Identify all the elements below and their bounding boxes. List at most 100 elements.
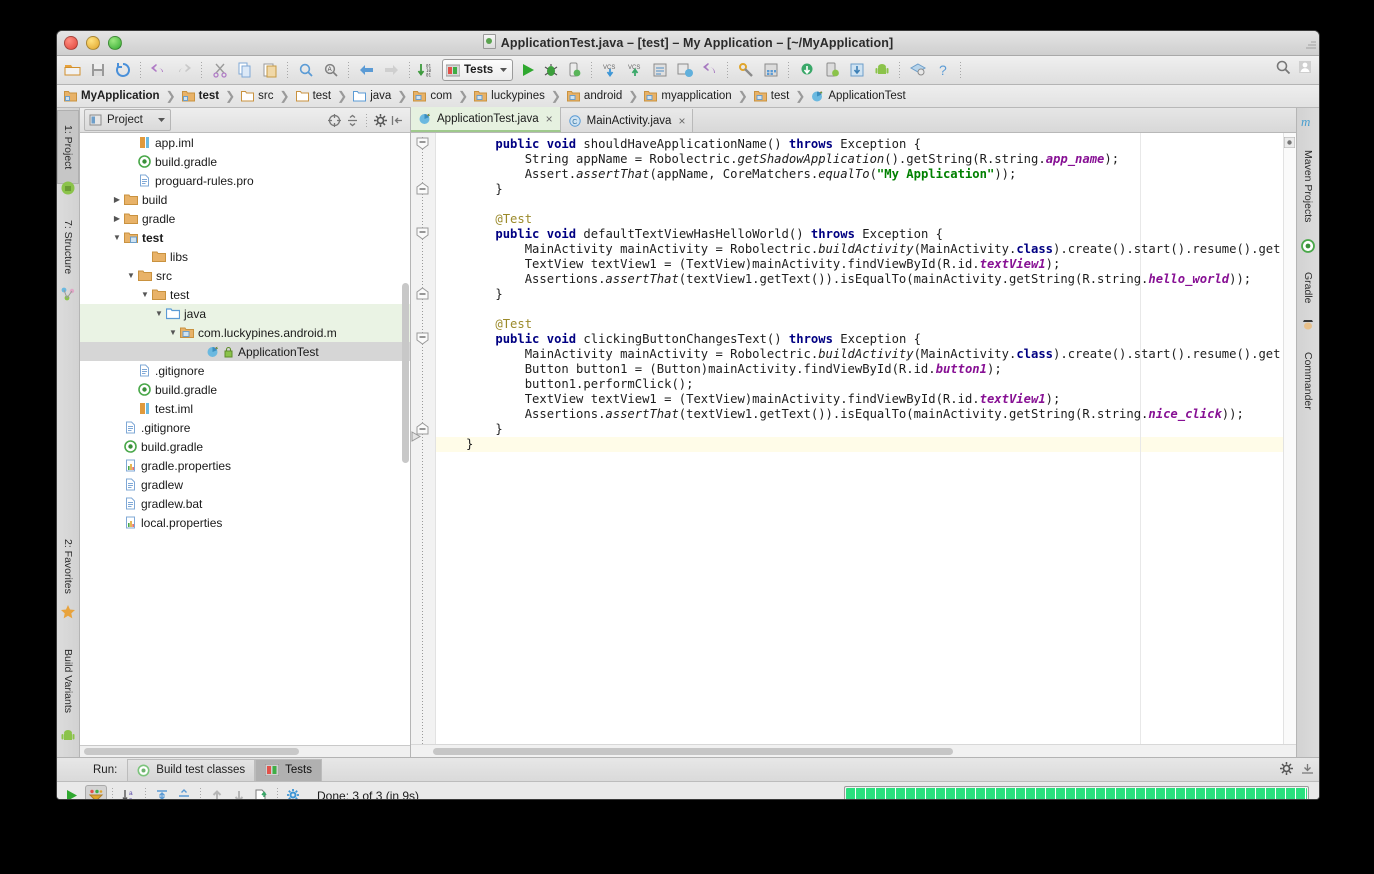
sidebar-item-commander[interactable]: Commander bbox=[1297, 336, 1319, 426]
vcs-history-icon[interactable] bbox=[648, 59, 671, 81]
breadcrumb-item-5[interactable]: com bbox=[412, 90, 453, 102]
sidebar-item-gradle[interactable]: Gradle bbox=[1297, 258, 1319, 318]
tree-row[interactable]: gradlew.bat bbox=[80, 494, 410, 513]
target-icon[interactable] bbox=[327, 113, 342, 128]
tree-row[interactable]: ApplicationTest bbox=[80, 342, 410, 361]
rerun-icon[interactable] bbox=[60, 785, 82, 799]
sidebar-item-favorites[interactable]: 2: Favorites bbox=[57, 523, 79, 609]
fold-end-icon[interactable] bbox=[416, 182, 429, 195]
tree-row[interactable]: ▼ test bbox=[80, 285, 410, 304]
error-stripe-marker-bar[interactable] bbox=[1283, 133, 1296, 744]
tree-row[interactable]: ▶ gradle bbox=[80, 209, 410, 228]
collapse-all-icon[interactable] bbox=[173, 785, 195, 799]
tree-row[interactable]: ▼ test bbox=[80, 228, 410, 247]
sidebar-item-maven-projects[interactable]: Maven Projects bbox=[1297, 134, 1319, 239]
collapse-marker-icon[interactable] bbox=[411, 431, 423, 442]
fold-end-icon[interactable] bbox=[416, 287, 429, 300]
sidebar-item-build-variants[interactable]: Build Variants bbox=[57, 631, 79, 732]
tree-row[interactable]: proguard-rules.pro bbox=[80, 171, 410, 190]
copy-icon[interactable] bbox=[233, 59, 256, 81]
sdk-manager-icon[interactable] bbox=[795, 59, 818, 81]
gear-icon[interactable] bbox=[373, 113, 388, 128]
breadcrumb-item-2[interactable]: src bbox=[240, 90, 274, 102]
vcs-rollback-icon[interactable] bbox=[698, 59, 721, 81]
search-icon[interactable] bbox=[1275, 59, 1291, 75]
code-content[interactable]: public void shouldHaveApplicationName() … bbox=[436, 133, 1283, 744]
find-icon[interactable] bbox=[294, 59, 317, 81]
tree-row[interactable]: .gitignore bbox=[80, 361, 410, 380]
cut-icon[interactable] bbox=[208, 59, 231, 81]
breadcrumb-item-3[interactable]: test bbox=[295, 90, 333, 102]
tree-row[interactable]: ▼ java bbox=[80, 304, 410, 323]
sidebar-item-structure[interactable]: 7: Structure bbox=[57, 203, 79, 291]
save-all-icon[interactable] bbox=[86, 59, 109, 81]
vcs-changes-icon[interactable] bbox=[673, 59, 696, 81]
filter-passed-icon[interactable] bbox=[85, 785, 107, 799]
close-icon[interactable]: × bbox=[678, 114, 685, 128]
breadcrumb-item-4[interactable]: java bbox=[352, 90, 392, 102]
fold-start-icon[interactable] bbox=[416, 332, 429, 345]
editor-hscrollbar[interactable] bbox=[411, 744, 1296, 757]
resize-handle[interactable] bbox=[1305, 37, 1317, 49]
project-tree[interactable]: app.iml build.gradle proguard-rules.pro … bbox=[80, 133, 410, 745]
find-replace-icon[interactable]: A bbox=[319, 59, 342, 81]
project-tree-scrollbar[interactable] bbox=[402, 283, 409, 463]
tab-applicationtest-java[interactable]: ApplicationTest.java × bbox=[411, 107, 561, 132]
tree-expander[interactable]: ▼ bbox=[124, 271, 138, 280]
breadcrumb-item-10[interactable]: ApplicationTest bbox=[810, 90, 906, 103]
debug-icon[interactable] bbox=[539, 59, 562, 81]
run-tab-tests[interactable]: Tests bbox=[255, 758, 322, 781]
tree-expander[interactable]: ▶ bbox=[110, 214, 124, 223]
android-sync-icon[interactable] bbox=[845, 59, 868, 81]
code-editor[interactable]: public void shouldHaveApplicationName() … bbox=[411, 133, 1296, 744]
tree-row[interactable]: ▶ build bbox=[80, 190, 410, 209]
breadcrumb-item-0[interactable]: MyApplication bbox=[63, 90, 161, 102]
breadcrumb-item-8[interactable]: myapplication bbox=[643, 90, 732, 102]
account-icon[interactable] bbox=[1297, 59, 1313, 75]
run-configuration-selector[interactable]: Tests bbox=[442, 59, 514, 81]
breadcrumb-item-9[interactable]: test bbox=[753, 90, 791, 102]
tree-expander[interactable]: ▼ bbox=[110, 233, 124, 242]
tree-row[interactable]: .gitignore bbox=[80, 418, 410, 437]
tree-row[interactable]: build.gradle bbox=[80, 152, 410, 171]
tree-row[interactable]: ▼ src bbox=[80, 266, 410, 285]
run-tab-build-test-classes[interactable]: Build test classes bbox=[127, 758, 256, 781]
hide-panel-icon[interactable] bbox=[1301, 762, 1314, 775]
run-icon[interactable] bbox=[516, 59, 539, 81]
tab-mainactivity-java[interactable]: C MainActivity.java × bbox=[560, 109, 694, 132]
tree-expander[interactable]: ▶ bbox=[110, 195, 124, 204]
settings-wrench-icon[interactable] bbox=[734, 59, 757, 81]
undo-icon[interactable] bbox=[147, 59, 170, 81]
sort-alphabetically-icon[interactable]: az bbox=[118, 785, 140, 799]
jump-to-source-icon[interactable]: 01 10 01 bbox=[416, 59, 439, 81]
sidebar-item-project[interactable]: 1: Project bbox=[57, 110, 79, 184]
breadcrumb-item-6[interactable]: luckypines bbox=[473, 90, 546, 102]
breadcrumb-item-1[interactable]: test bbox=[181, 90, 220, 102]
tree-row[interactable]: gradlew bbox=[80, 475, 410, 494]
tree-row[interactable]: build.gradle bbox=[80, 380, 410, 399]
project-structure-icon[interactable] bbox=[759, 59, 782, 81]
tree-row[interactable]: build.gradle bbox=[80, 437, 410, 456]
tree-row[interactable]: libs bbox=[80, 247, 410, 266]
avd-manager-icon[interactable] bbox=[820, 59, 843, 81]
back-icon[interactable] bbox=[355, 59, 378, 81]
paste-icon[interactable] bbox=[258, 59, 281, 81]
run-with-coverage-icon[interactable] bbox=[562, 59, 585, 81]
inspection-status-icon[interactable] bbox=[1284, 137, 1295, 148]
export-icon[interactable] bbox=[250, 785, 272, 799]
collapse-all-icon[interactable] bbox=[345, 113, 360, 128]
layers-icon[interactable] bbox=[906, 59, 929, 81]
project-tree-hscrollbar[interactable] bbox=[80, 745, 410, 757]
tree-row[interactable]: local.properties bbox=[80, 513, 410, 532]
hide-icon[interactable] bbox=[391, 114, 404, 127]
android-icon[interactable] bbox=[870, 59, 893, 81]
fold-start-icon[interactable] bbox=[416, 137, 429, 150]
close-icon[interactable]: × bbox=[546, 112, 553, 126]
tree-row[interactable]: ▼ com.luckypines.android.m bbox=[80, 323, 410, 342]
editor-gutter[interactable] bbox=[411, 133, 436, 744]
sync-icon[interactable] bbox=[111, 59, 134, 81]
vcs-commit-icon[interactable]: VCS bbox=[623, 59, 646, 81]
test-settings-gear-icon[interactable] bbox=[283, 785, 305, 799]
fold-start-icon[interactable] bbox=[416, 227, 429, 240]
project-view-selector[interactable]: Project bbox=[84, 109, 171, 131]
